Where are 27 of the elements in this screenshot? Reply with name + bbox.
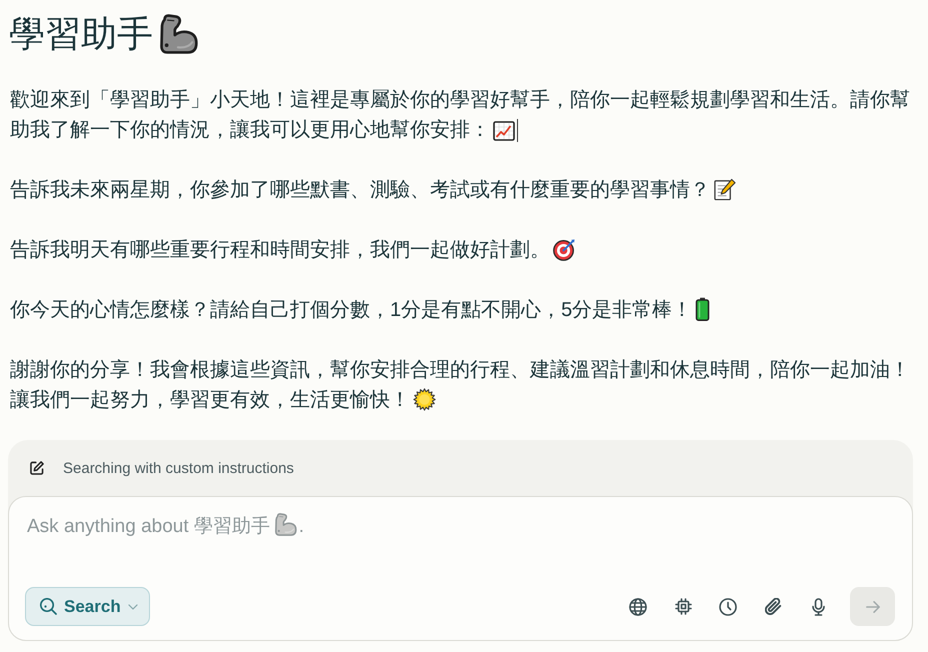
paragraph-text: 歡迎來到「學習助手」小天地！這裡是專屬於你的學習好幫手，陪你一起輕鬆規劃學習和生活。請你幫 <box>10 89 910 111</box>
paragraph-text: 助我了解一下你的情況，讓我可以更用心地幫你安排： <box>10 119 490 141</box>
edit-icon <box>30 461 44 475</box>
page-title: 學習助手 <box>9 12 153 56</box>
arrow-right-icon <box>866 600 880 612</box>
search-icon <box>40 598 57 615</box>
paragraph-text: 你今天的心情怎麼樣？請給自己打個分數，1分是有點不開心，5分是非常棒！ <box>10 299 692 321</box>
search-mode-button[interactable]: Search <box>25 587 150 626</box>
line-chart-icon <box>493 121 515 141</box>
context-note: Searching with custom instructions <box>63 460 294 476</box>
paragraph-text: 讓我們一起努力，學習更有效，生活更愉快！ <box>10 389 410 411</box>
microphone-icon[interactable] <box>812 598 824 616</box>
chevron-down-icon <box>128 604 138 610</box>
target-icon <box>553 238 576 261</box>
paragraph-text: 告訴我未來兩星期，你參加了哪些默書、測驗、考試或有什麼重要的學習事情？ <box>10 179 710 201</box>
paperclip-icon[interactable] <box>764 598 782 615</box>
clock-icon[interactable] <box>719 598 737 616</box>
flexed-arm-icon <box>160 14 198 54</box>
globe-icon[interactable] <box>629 598 647 616</box>
message-input[interactable]: Ask anything about 學習助手 . <box>25 513 895 540</box>
starburst-icon <box>413 388 436 411</box>
paragraph-text: 告訴我明天有哪些重要行程和時間安排，我們一起做好計劃。 <box>10 239 550 261</box>
memo-icon <box>713 178 736 201</box>
paragraph-text: 謝謝你的分享！我會根據這些資訊，幫你安排合理的行程、建議溫習計劃和休息時間，陪你一起加油！ <box>10 359 910 381</box>
battery-icon <box>695 297 710 321</box>
chip-icon[interactable] <box>674 598 692 615</box>
flexed-arm-icon <box>274 513 297 536</box>
